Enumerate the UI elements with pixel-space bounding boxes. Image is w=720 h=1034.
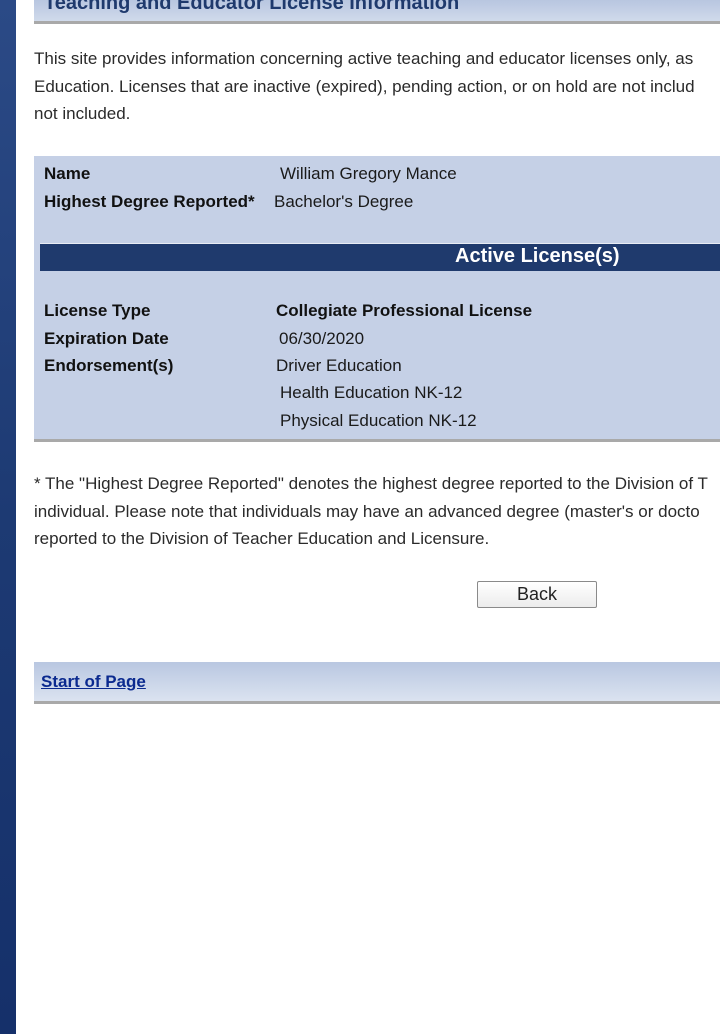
degree-label: Highest Degree Reported* <box>44 192 255 211</box>
start-of-page-link[interactable]: Start of Page <box>41 672 146 692</box>
license-info-panel: Name William Gregory Mance Highest Degre… <box>34 156 720 442</box>
footer-band: Start of Page <box>34 662 720 704</box>
left-sidebar-bar <box>0 0 16 1034</box>
intro-paragraph: This site provides information concernin… <box>34 45 720 128</box>
back-button[interactable]: Back <box>477 581 597 608</box>
intro-line: not included. <box>34 104 131 123</box>
page-header-band: Teaching and Educator License Informatio… <box>34 0 720 24</box>
degree-footnote: * The "Highest Degree Reported" denotes … <box>34 470 720 553</box>
name-value: William Gregory Mance <box>280 164 457 183</box>
expiration-date-label: Expiration Date <box>44 329 169 348</box>
endorsements-label: Endorsement(s) <box>44 356 174 375</box>
endorsement-item: Driver Education <box>276 356 402 375</box>
footnote-line: reported to the Division of Teacher Educ… <box>34 529 490 548</box>
expiration-date-value: 06/30/2020 <box>279 329 365 348</box>
sidebar-edge <box>16 0 18 744</box>
active-licenses-title: Active License(s) <box>455 245 620 267</box>
endorsement-item: Health Education NK-12 <box>280 383 463 402</box>
page-title: Teaching and Educator License Informatio… <box>44 0 460 14</box>
license-type-label: License Type <box>44 301 151 320</box>
degree-value: Bachelor's Degree <box>274 192 414 211</box>
footnote-line: individual. Please note that individuals… <box>34 501 700 521</box>
active-licenses-header: Active License(s) <box>40 243 720 271</box>
name-label: Name <box>44 164 91 183</box>
intro-line: Education. Licenses that are inactive (e… <box>34 76 695 96</box>
footnote-line: * The "Highest Degree Reported" denotes … <box>34 474 708 493</box>
endorsement-item: Physical Education NK-12 <box>280 411 477 430</box>
license-type-value: Collegiate Professional License <box>276 301 533 320</box>
intro-line: This site provides information concernin… <box>34 49 694 68</box>
